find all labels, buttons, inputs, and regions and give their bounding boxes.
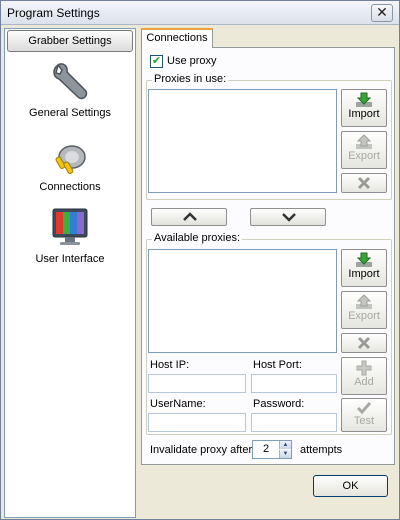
stepper-up-icon[interactable]: ▲	[279, 441, 291, 449]
wrench-icon	[53, 63, 88, 100]
import-label: Import	[348, 108, 380, 120]
remove-x-icon	[357, 176, 371, 190]
remove-available-button[interactable]	[341, 333, 387, 353]
host-ip-field[interactable]	[148, 374, 246, 393]
title-bar[interactable]: Program Settings ✕	[1, 1, 399, 25]
invalidate-prefix-label: Invalidate proxy after	[150, 444, 253, 456]
tab-connections[interactable]: Connections	[141, 28, 213, 48]
add-label: Add	[354, 376, 374, 388]
window-title: Program Settings	[7, 6, 100, 20]
test-label: Test	[353, 415, 375, 427]
checkmark-icon	[356, 402, 372, 415]
username-label: UserName:	[150, 398, 206, 410]
sidebar-item-connections[interactable]: Connections	[5, 133, 135, 193]
tab-label: Connections	[146, 32, 208, 44]
sidebar-item-label: User Interface	[35, 253, 105, 265]
chevron-down-icon	[282, 213, 296, 222]
export-icon	[356, 294, 372, 309]
grabber-settings-header[interactable]: Grabber Settings	[7, 30, 133, 52]
attempts-value: 2	[263, 443, 270, 455]
host-port-label: Host Port:	[253, 359, 302, 371]
export-label: Export	[348, 310, 380, 322]
password-label: Password:	[253, 398, 305, 410]
move-up-button[interactable]	[151, 208, 227, 226]
export-available-button[interactable]: Export	[341, 291, 387, 329]
available-proxies-label: Available proxies:	[152, 232, 243, 244]
sidebar-item-general-settings[interactable]: General Settings	[5, 59, 135, 119]
chevron-up-icon	[183, 212, 197, 221]
available-proxies-list[interactable]	[148, 249, 337, 353]
invalidate-attempts-stepper[interactable]: 2 ▲ ▼	[252, 440, 292, 459]
move-down-button[interactable]	[250, 208, 326, 226]
host-port-field[interactable]	[251, 374, 337, 393]
export-label: Export	[348, 150, 380, 162]
import-icon	[356, 252, 372, 267]
stepper-down-icon[interactable]: ▼	[279, 450, 291, 458]
sidebar-item-user-interface[interactable]: User Interface	[5, 205, 135, 265]
username-field[interactable]	[148, 413, 246, 432]
proxies-in-use-list[interactable]	[148, 89, 337, 193]
export-icon	[356, 134, 372, 149]
test-proxy-button[interactable]: Test	[341, 398, 387, 432]
ok-button[interactable]: OK	[313, 475, 388, 497]
add-proxy-button[interactable]: Add	[341, 357, 387, 395]
use-proxy-label: Use proxy	[167, 55, 217, 67]
import-label: Import	[348, 268, 380, 280]
import-icon	[356, 92, 372, 107]
remove-x-icon	[357, 336, 371, 350]
use-proxy-checkbox[interactable]: ✔	[150, 55, 163, 68]
sidebar-item-label: Connections	[39, 181, 101, 193]
sidebar-item-label: General Settings	[29, 107, 111, 119]
close-button[interactable]: ✕	[371, 4, 393, 22]
program-settings-window: Program Settings ✕ Grabber Settings Gene…	[0, 0, 400, 520]
invalidate-suffix-label: attempts	[300, 444, 343, 456]
settings-sidebar: Grabber Settings General Settings Connec…	[4, 28, 136, 518]
remove-proxy-button[interactable]	[341, 173, 387, 193]
host-ip-label: Host IP:	[150, 359, 190, 371]
close-icon: ✕	[376, 4, 388, 20]
import-proxies-button[interactable]: Import	[341, 89, 387, 127]
plug-icon	[55, 145, 86, 174]
password-field[interactable]	[251, 413, 337, 432]
proxies-in-use-label: Proxies in use:	[152, 73, 229, 85]
plus-icon	[356, 360, 372, 376]
connections-panel: ✔ Use proxy Proxies in use: Import Expor…	[141, 47, 395, 465]
export-proxies-button[interactable]: Export	[341, 131, 387, 169]
monitor-icon	[52, 208, 88, 245]
import-available-button[interactable]: Import	[341, 249, 387, 287]
